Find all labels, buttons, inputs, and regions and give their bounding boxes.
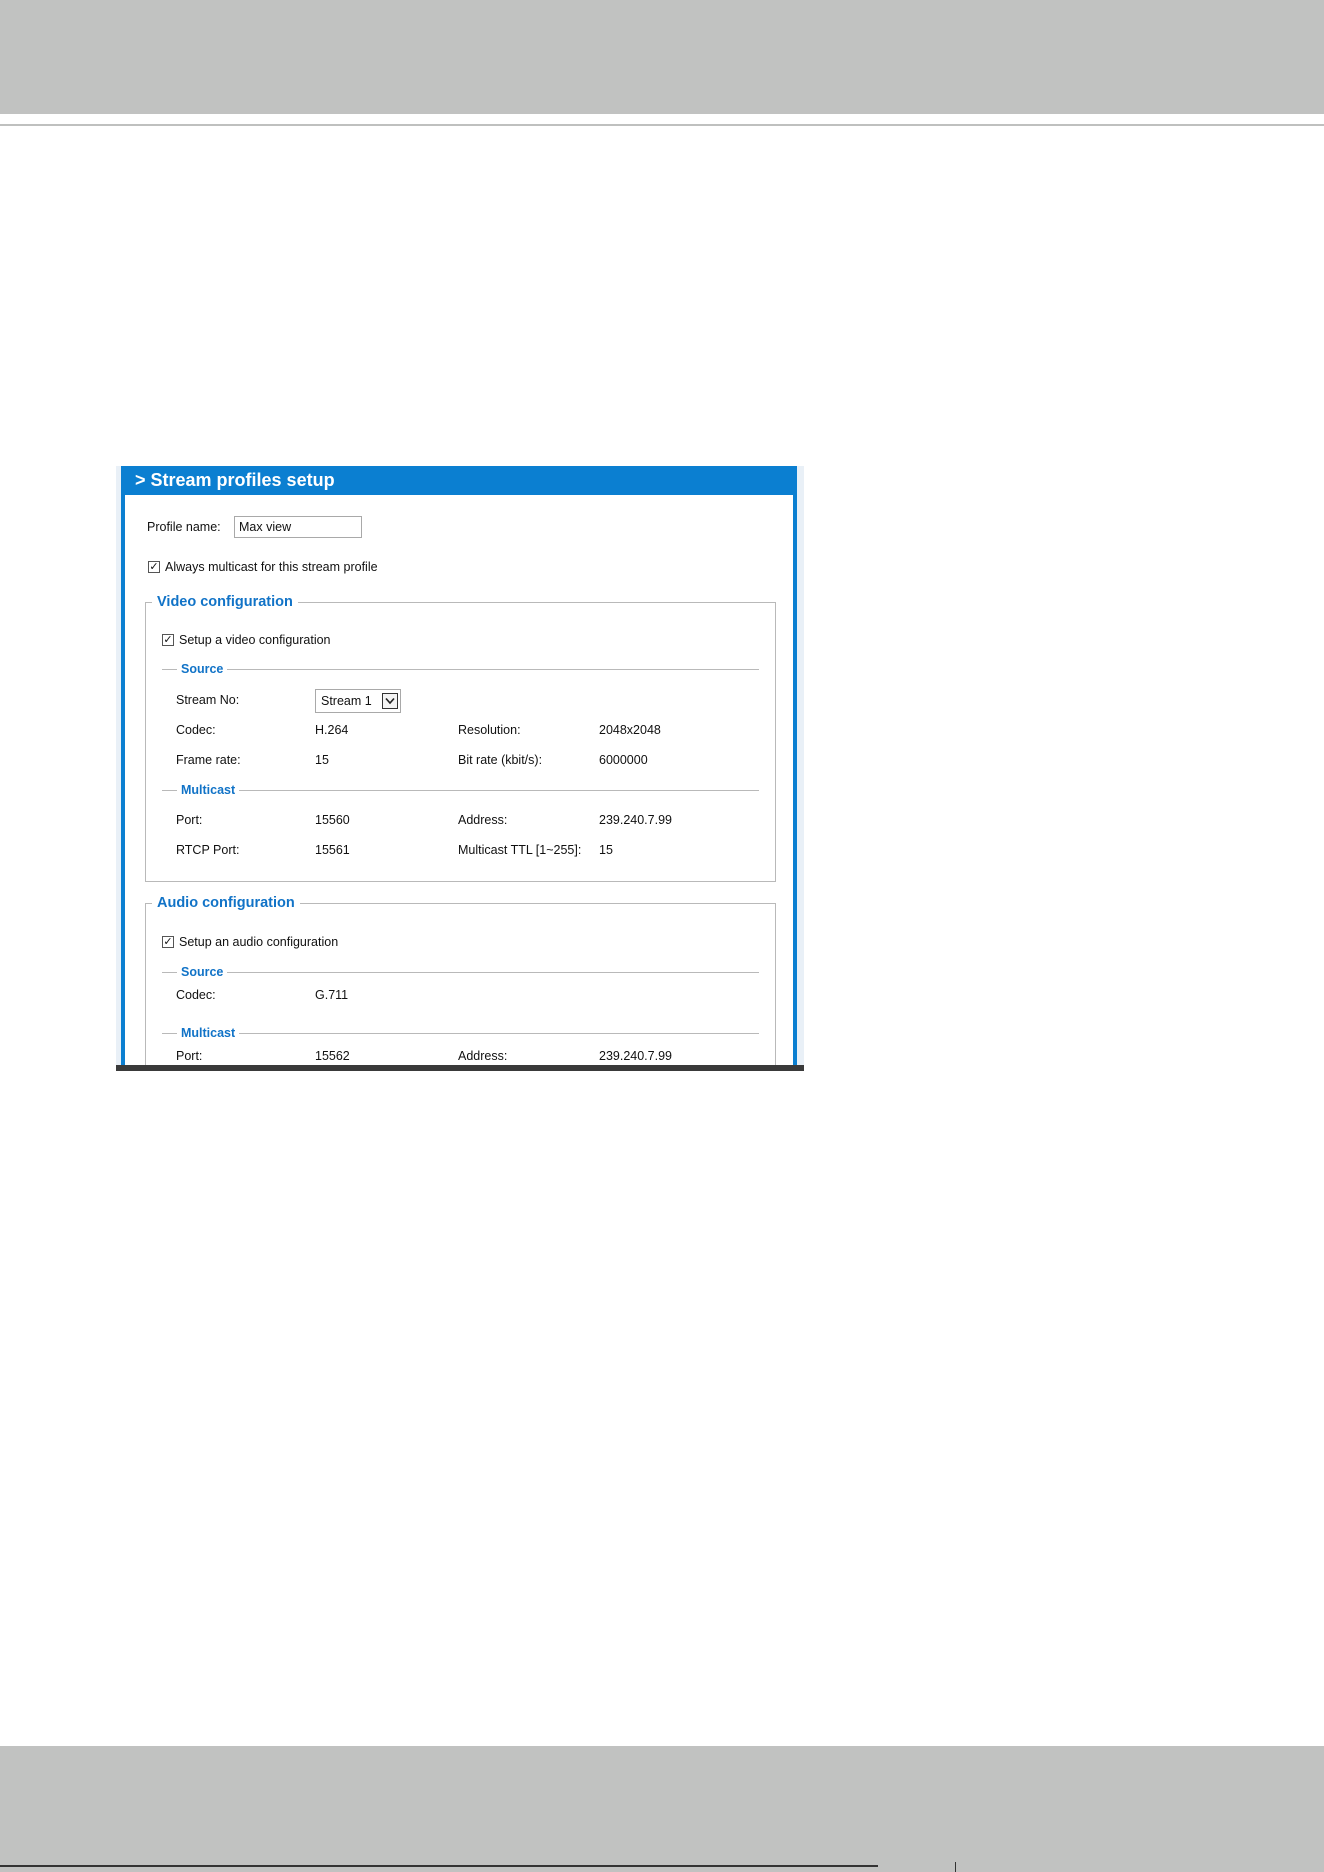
resolution-label: Resolution:	[458, 723, 521, 737]
footer-line	[0, 1865, 878, 1867]
audio-multicast-rule	[162, 1033, 759, 1034]
video-port-value: 15560	[315, 813, 350, 827]
panel-title: > Stream profiles setup	[125, 466, 793, 495]
audio-source-rule	[162, 972, 759, 973]
rtcp-port-label: RTCP Port:	[176, 843, 240, 857]
video-codec-value: H.264	[315, 723, 349, 737]
chevron-down-icon[interactable]	[382, 693, 398, 709]
profile-name-input[interactable]: Max view	[234, 516, 362, 538]
multicast-ttl-value: 15	[599, 843, 613, 857]
stream-profiles-screenshot: > Stream profiles setup Profile name: Ma…	[116, 466, 804, 1071]
video-codec-label: Codec:	[176, 723, 216, 737]
audio-configuration-legend: Audio configuration	[152, 894, 300, 912]
audio-codec-label: Codec:	[176, 988, 216, 1002]
stream-profiles-panel: > Stream profiles setup Profile name: Ma…	[121, 466, 797, 1071]
footer-tick	[955, 1862, 956, 1872]
screenshot-bottom-bar	[116, 1065, 804, 1071]
profile-name-label: Profile name:	[147, 520, 221, 534]
video-configuration-legend: Video configuration	[152, 593, 298, 611]
setup-audio-checkbox[interactable]: ✓	[162, 936, 174, 948]
video-source-legend: Source	[177, 661, 228, 677]
rtcp-port-value: 15561	[315, 843, 350, 857]
audio-source-legend: Source	[177, 964, 228, 980]
page-header-band	[0, 0, 1324, 114]
always-multicast-checkbox[interactable]: ✓	[148, 561, 160, 573]
video-port-label: Port:	[176, 813, 203, 827]
stream-no-label: Stream No:	[176, 693, 240, 707]
audio-address-label: Address:	[458, 1049, 508, 1063]
checkmark-icon: ✓	[163, 633, 173, 646]
setup-audio-label: Setup an audio configuration	[179, 935, 339, 949]
setup-video-label: Setup a video configuration	[179, 633, 331, 647]
resolution-value: 2048x2048	[599, 723, 661, 737]
header-divider	[0, 124, 1324, 126]
audio-multicast-legend: Multicast	[177, 1025, 240, 1041]
always-multicast-label: Always multicast for this stream profile	[165, 560, 378, 574]
stream-no-value: Stream 1	[321, 694, 372, 708]
multicast-ttl-label: Multicast TTL [1~255]:	[458, 843, 582, 857]
video-multicast-rule	[162, 790, 759, 791]
checkmark-icon: ✓	[149, 560, 159, 573]
audio-configuration-group	[145, 903, 776, 1071]
audio-codec-value: G.711	[315, 988, 349, 1002]
video-address-label: Address:	[458, 813, 508, 827]
video-source-rule	[162, 669, 759, 670]
bit-rate-value: 6000000	[599, 753, 648, 767]
video-address-value: 239.240.7.99	[599, 813, 672, 827]
setup-video-checkbox[interactable]: ✓	[162, 634, 174, 646]
checkmark-icon: ✓	[163, 935, 173, 948]
audio-port-label: Port:	[176, 1049, 203, 1063]
frame-rate-label: Frame rate:	[176, 753, 241, 767]
page-footer-band	[0, 1746, 1324, 1872]
stream-no-select[interactable]: Stream 1	[315, 689, 401, 713]
audio-port-value: 15562	[315, 1049, 350, 1063]
video-multicast-legend: Multicast	[177, 782, 240, 798]
frame-rate-value: 15	[315, 753, 329, 767]
audio-address-value: 239.240.7.99	[599, 1049, 672, 1063]
bit-rate-label: Bit rate (kbit/s):	[458, 753, 543, 767]
